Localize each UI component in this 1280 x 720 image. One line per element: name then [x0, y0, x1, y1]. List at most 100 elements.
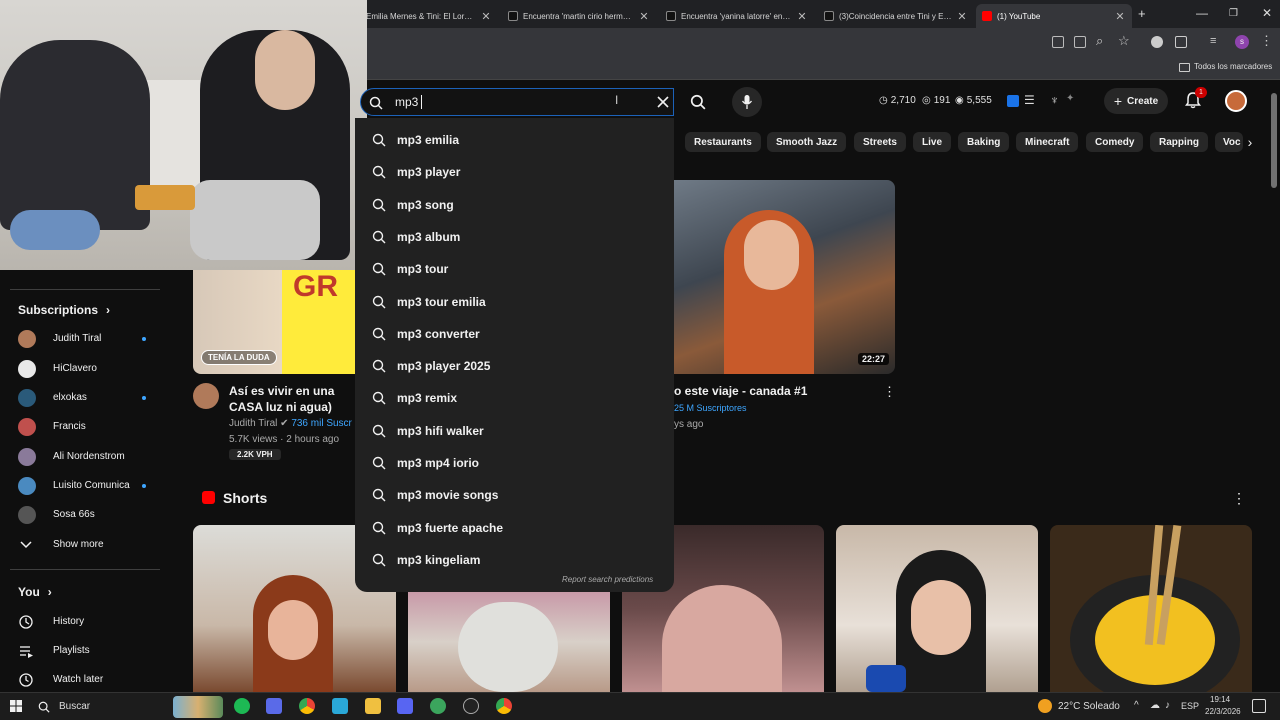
- spotify-icon[interactable]: [234, 698, 250, 714]
- profile-avatar-icon[interactable]: s: [1235, 35, 1249, 49]
- extension-badge-icon[interactable]: [1007, 95, 1019, 107]
- short-thumbnail[interactable]: [836, 525, 1038, 692]
- short-thumbnail[interactable]: [1050, 525, 1252, 692]
- close-tab-icon[interactable]: ✕: [1114, 10, 1126, 23]
- sidebar-item-ali-nordenstrom[interactable]: Ali Nordenstrom: [0, 442, 172, 471]
- sidebar-item-history[interactable]: History: [0, 607, 172, 636]
- extension-icon[interactable]: [1151, 36, 1163, 48]
- browser-tab-active[interactable]: (1) YouTube ✕: [976, 4, 1132, 28]
- sidebar-item-elxokas[interactable]: elxokas: [0, 383, 172, 412]
- notifications-button[interactable]: 1: [1184, 87, 1207, 111]
- sidebar-item-luisito-comunica[interactable]: Luisito Comunica: [0, 471, 172, 500]
- app-icon[interactable]: [332, 698, 348, 714]
- search-suggestion[interactable]: mp3 song: [355, 189, 674, 221]
- notification-center-icon[interactable]: [1252, 699, 1266, 713]
- search-suggestion[interactable]: mp3 emilia: [355, 124, 674, 156]
- widgets-icon[interactable]: [173, 696, 223, 718]
- sidebar-item-francis[interactable]: Francis: [0, 412, 172, 441]
- search-suggestion[interactable]: mp3 player 2025: [355, 350, 674, 382]
- chip-smooth-jazz[interactable]: Smooth Jazz: [767, 132, 847, 152]
- channel-avatar[interactable]: [193, 383, 219, 409]
- chrome-icon[interactable]: [299, 698, 315, 714]
- search-button[interactable]: [675, 88, 721, 116]
- chip-minecraft[interactable]: Minecraft: [1016, 132, 1079, 152]
- clear-search-icon[interactable]: [657, 96, 669, 108]
- browser-tab[interactable]: (3)Coincidencia entre Tini y Em... ✕: [818, 4, 974, 28]
- chip-comedy[interactable]: Comedy: [1086, 132, 1144, 152]
- restore-icon[interactable]: ❐: [1229, 8, 1238, 19]
- sidebar-item-watch-later[interactable]: Watch later: [0, 665, 172, 694]
- search-suggestion[interactable]: mp3 hifi walker: [355, 415, 674, 447]
- file-explorer-icon[interactable]: [365, 698, 381, 714]
- clock-date[interactable]: 22/3/2026: [1205, 707, 1241, 716]
- search-suggestion[interactable]: mp3 tour: [355, 253, 674, 285]
- tray-chevron-icon[interactable]: ^: [1134, 700, 1139, 711]
- subscriptions-header[interactable]: Subscriptions ›: [18, 303, 110, 317]
- bookmark-star-icon[interactable]: ☆: [1118, 33, 1130, 49]
- chip-streets[interactable]: Streets: [854, 132, 906, 152]
- channel-name[interactable]: Judith Tiral ✔ 736 mil Suscr: [229, 418, 352, 429]
- close-tab-icon[interactable]: ✕: [480, 10, 492, 23]
- tab-search-icon[interactable]: ≡: [1210, 35, 1216, 47]
- chip-rapping[interactable]: Rapping: [1150, 132, 1208, 152]
- search-suggestion[interactable]: mp3 tour emilia: [355, 286, 674, 318]
- install-app-icon[interactable]: [1074, 36, 1086, 48]
- close-tab-icon[interactable]: ✕: [796, 10, 808, 23]
- search-suggestion[interactable]: mp3 player: [355, 156, 674, 188]
- sidebar-item-playlists[interactable]: Playlists: [0, 636, 172, 665]
- show-more-button[interactable]: Show more: [0, 530, 172, 559]
- chip-baking[interactable]: Baking: [958, 132, 1010, 152]
- all-bookmarks-link[interactable]: Todos los marcadores: [1194, 62, 1272, 71]
- language-indicator[interactable]: ESP: [1181, 701, 1199, 711]
- extensions-puzzle-icon[interactable]: [1175, 36, 1187, 48]
- browser-tab[interactable]: Encuentra 'yanina latorre' en Ti... ✕: [660, 4, 814, 28]
- new-tab-button[interactable]: +: [1138, 6, 1146, 21]
- more-options-icon[interactable]: ⋮: [883, 384, 896, 400]
- search-input[interactable]: mp3 I: [360, 88, 674, 116]
- you-header[interactable]: You ›: [18, 585, 52, 599]
- create-button[interactable]: + Create: [1104, 88, 1168, 114]
- obs-icon[interactable]: [463, 698, 479, 714]
- video-thumbnail[interactable]: 22:27: [674, 180, 895, 374]
- search-suggestion[interactable]: mp3 movie songs: [355, 479, 674, 511]
- chrome-icon[interactable]: [496, 698, 512, 714]
- search-suggestion[interactable]: mp3 remix: [355, 382, 674, 414]
- close-tab-icon[interactable]: ✕: [956, 10, 968, 23]
- search-suggestion[interactable]: mp3 album: [355, 221, 674, 253]
- chip-live[interactable]: Live: [913, 132, 952, 152]
- browser-tab[interactable]: Encuentra 'martin cirio herman... ✕: [502, 4, 656, 28]
- close-tab-icon[interactable]: ✕: [638, 10, 650, 23]
- report-predictions-link[interactable]: Report search predictions: [562, 575, 653, 584]
- trophy-icon[interactable]: ♆: [1050, 93, 1059, 107]
- weather-text[interactable]: 22°C Soleado: [1058, 701, 1120, 712]
- discord-icon[interactable]: [397, 698, 413, 714]
- windows-start-icon[interactable]: [10, 700, 22, 712]
- cloud-icon[interactable]: ☁: [1150, 700, 1160, 711]
- sparkle-icon[interactable]: ✦: [1066, 93, 1074, 104]
- search-suggestion[interactable]: mp3 converter: [355, 318, 674, 350]
- taskbar-search[interactable]: Buscar: [59, 701, 90, 712]
- search-suggestion[interactable]: mp3 mp4 iorio: [355, 447, 674, 479]
- account-avatar[interactable]: [1225, 90, 1247, 112]
- app-icon[interactable]: [430, 698, 446, 714]
- volume-icon[interactable]: ♪: [1165, 700, 1170, 711]
- video-title[interactable]: Así es vivir en una CASA luz ni agua): [229, 383, 355, 415]
- sidebar-item-sosa-66s[interactable]: Sosa 66s: [0, 500, 172, 529]
- short-thumbnail[interactable]: [408, 592, 610, 692]
- more-options-icon[interactable]: ⋮: [1232, 490, 1246, 507]
- chevron-right-icon[interactable]: ›: [1240, 132, 1260, 152]
- zoom-icon[interactable]: ⌕: [1096, 33, 1103, 49]
- app-icon[interactable]: [266, 698, 282, 714]
- search-suggestion[interactable]: mp3 kingeliam: [355, 544, 674, 576]
- video-title[interactable]: o este viaje - canada #1: [674, 383, 807, 399]
- minimize-icon[interactable]: —: [1196, 6, 1208, 20]
- chip-voc[interactable]: Voc: [1215, 132, 1243, 152]
- translate-icon[interactable]: [1052, 36, 1064, 48]
- search-suggestion[interactable]: mp3 fuerte apache: [355, 512, 674, 544]
- list-icon[interactable]: ☰: [1024, 93, 1035, 107]
- close-window-icon[interactable]: ✕: [1262, 6, 1272, 20]
- chip-restaurants[interactable]: Restaurants: [685, 132, 761, 152]
- video-thumbnail[interactable]: GR TENÍA LA DUDA: [193, 270, 355, 374]
- voice-search-button[interactable]: [732, 87, 762, 117]
- sidebar-item-hiclavero[interactable]: HiClavero: [0, 354, 172, 383]
